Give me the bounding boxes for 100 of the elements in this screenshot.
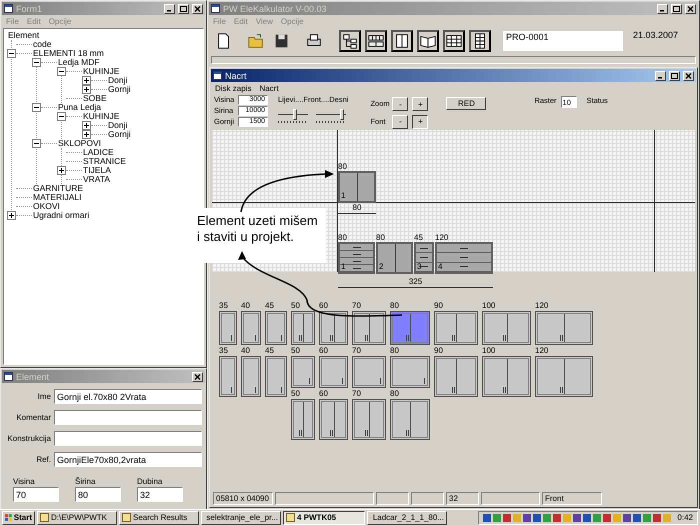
- cabinet-tile[interactable]: [390, 356, 430, 388]
- taskbar-item[interactable]: Search Results: [119, 510, 199, 524]
- cabinet-tile[interactable]: [219, 356, 237, 397]
- close-button[interactable]: [685, 4, 696, 14]
- field-label: Ime: [36, 392, 51, 401]
- cabinet-tile[interactable]: [352, 311, 386, 345]
- cabinet-tile[interactable]: [352, 356, 386, 388]
- tree-item[interactable]: TIJELA: [82, 166, 112, 175]
- cabinet-grid-button[interactable]: [365, 30, 387, 52]
- expand-toggle[interactable]: [82, 85, 91, 94]
- slider-thumb[interactable]: [340, 109, 344, 120]
- expand-toggle[interactable]: [32, 139, 41, 148]
- cabinet-tile[interactable]: [535, 311, 593, 345]
- text-field[interactable]: 80: [75, 487, 121, 502]
- cabinet-tile[interactable]: [482, 356, 531, 397]
- tree-item[interactable]: Puna Ledja: [57, 103, 102, 112]
- cabinet-tile[interactable]: [265, 356, 287, 397]
- cabinet-tile[interactable]: [291, 311, 315, 345]
- tree-item[interactable]: Gornji: [107, 85, 132, 94]
- cabinet-tile[interactable]: [319, 311, 348, 345]
- tree-item[interactable]: code: [32, 40, 52, 49]
- close-button[interactable]: [192, 4, 203, 14]
- table-button[interactable]: [443, 30, 465, 52]
- taskbar-item[interactable]: D:\E\PW\PWTK: [37, 510, 117, 524]
- tree-item[interactable]: Ledja MDF: [57, 58, 101, 67]
- font-button[interactable]: +: [412, 114, 428, 129]
- minimize-button[interactable]: [655, 70, 666, 80]
- cabinet-tile[interactable]: [434, 311, 478, 345]
- expand-toggle[interactable]: [57, 166, 66, 175]
- cabinet-tile[interactable]: [241, 311, 261, 345]
- expand-toggle[interactable]: [57, 112, 66, 121]
- tree-item[interactable]: MATERIJALI: [32, 193, 82, 202]
- expand-toggle[interactable]: [82, 76, 91, 85]
- project-field[interactable]: PRO-0001: [503, 31, 623, 51]
- tree-item[interactable]: Element: [7, 31, 40, 40]
- text-field[interactable]: 70: [13, 487, 59, 502]
- menu-item[interactable]: Disk zapis: [215, 84, 252, 92]
- minimize-button[interactable]: [657, 4, 668, 14]
- tree-item[interactable]: Donji: [107, 76, 128, 85]
- zoom-button[interactable]: +: [412, 97, 428, 112]
- date-text: 21.03.2007: [632, 29, 678, 40]
- expand-toggle[interactable]: [32, 103, 41, 112]
- text-field[interactable]: Gornji el.70x80 2Vrata: [54, 389, 202, 404]
- slider-thumb[interactable]: [292, 109, 296, 120]
- maximize-button[interactable]: [669, 70, 680, 80]
- cabinet-tile[interactable]: [319, 399, 348, 440]
- cabinet-tile[interactable]: [352, 399, 386, 440]
- expand-toggle[interactable]: [57, 67, 66, 76]
- book-button[interactable]: [417, 30, 439, 52]
- expand-toggle[interactable]: [32, 58, 41, 67]
- expand-toggle[interactable]: [82, 130, 91, 139]
- taskbar-item[interactable]: 4 PWTK05: [283, 510, 365, 524]
- tree-item[interactable]: Donji: [107, 121, 128, 130]
- cabinet-tile[interactable]: [291, 399, 315, 440]
- cabinet-tile[interactable]: [265, 311, 287, 345]
- cabinet-tile[interactable]: [241, 356, 261, 397]
- close-button[interactable]: [192, 372, 203, 382]
- maximize-icon: [673, 6, 680, 12]
- tree-item[interactable]: KUHINJE: [82, 67, 120, 76]
- text-field[interactable]: GornjiEle70x80,2vrata: [54, 452, 202, 467]
- tree-item[interactable]: KUHINJE: [82, 112, 120, 121]
- font-button[interactable]: -: [392, 114, 408, 129]
- cabinet-tile[interactable]: [390, 399, 430, 440]
- cabinet-tile[interactable]: [434, 356, 478, 397]
- cabinet-tile[interactable]: [219, 311, 237, 345]
- tree-item[interactable]: Gornji: [107, 130, 132, 139]
- cabinet-tile[interactable]: [319, 356, 348, 388]
- expand-toggle[interactable]: [7, 211, 16, 220]
- wardrobe-button[interactable]: [391, 30, 413, 52]
- tree-item[interactable]: OKOVI: [32, 202, 61, 211]
- tree-view-button[interactable]: [339, 30, 361, 52]
- action-button[interactable]: RED: [446, 97, 486, 110]
- tree-item[interactable]: VRATA: [82, 175, 112, 184]
- maximize-button[interactable]: [671, 4, 682, 14]
- cabinet-tile[interactable]: [535, 356, 593, 397]
- expand-toggle[interactable]: [82, 121, 91, 130]
- tree-item[interactable]: GARNITURE: [32, 184, 84, 193]
- maximize-button[interactable]: [178, 4, 189, 14]
- start-button[interactable]: Start: [2, 510, 35, 524]
- menu-item[interactable]: Nacrt: [259, 84, 279, 92]
- grid-button[interactable]: [469, 30, 491, 52]
- tree-item[interactable]: STRANICE: [82, 157, 127, 166]
- text-field[interactable]: [54, 410, 202, 425]
- zoom-button[interactable]: -: [392, 97, 408, 112]
- taskbar-item[interactable]: Ladcar_2_1_1_80...: [367, 510, 447, 524]
- tree-item[interactable]: SKLOPOVI: [57, 139, 102, 148]
- tree-item[interactable]: ELEMENTI 18 mm: [32, 49, 105, 58]
- expand-toggle[interactable]: [7, 49, 16, 58]
- text-field[interactable]: [54, 431, 202, 446]
- taskbar-item[interactable]: selektranje_ele_pr...: [201, 510, 281, 524]
- text-field[interactable]: 32: [137, 487, 183, 502]
- tree-item[interactable]: LADICE: [82, 148, 115, 157]
- width-label: 60: [319, 302, 329, 310]
- cabinet-tile[interactable]: [291, 356, 315, 388]
- tree-item[interactable]: SOBE: [82, 94, 108, 103]
- cabinet-tile[interactable]: [390, 311, 430, 345]
- cabinet-tile[interactable]: [482, 311, 531, 345]
- minimize-button[interactable]: [164, 4, 175, 14]
- tree-item[interactable]: Ugradni ormari: [32, 211, 90, 220]
- close-button[interactable]: [683, 70, 694, 80]
